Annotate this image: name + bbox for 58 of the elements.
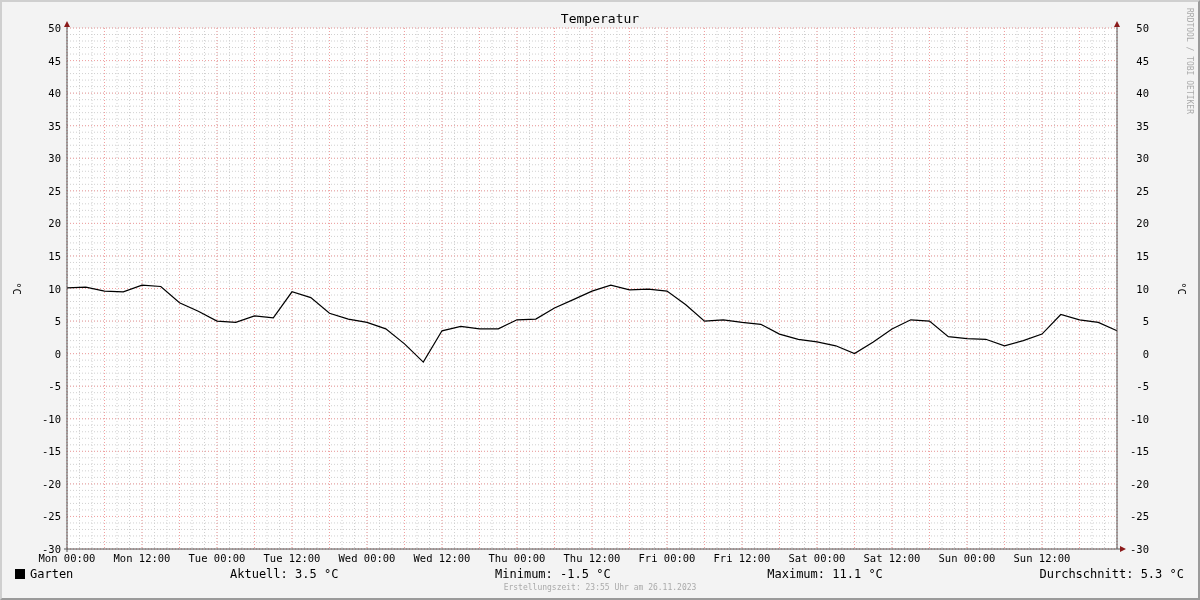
x-tick-label: Tue 00:00 xyxy=(188,552,246,564)
y-tick-label: -20 xyxy=(1130,477,1149,490)
x-tick-label: Thu 12:00 xyxy=(563,552,621,564)
y-tick-label: -25 xyxy=(42,510,61,523)
y-tick-label: 20 xyxy=(48,217,61,230)
x-tick-label: Thu 00:00 xyxy=(488,552,546,564)
legend-stat: Aktuell: 3.5 °C xyxy=(230,567,339,581)
y-tick-label: 10 xyxy=(48,282,61,295)
y-tick-label: -10 xyxy=(1130,412,1149,425)
legend-stat: Maximum: 11.1 °C xyxy=(767,567,883,581)
y-tick-label: 20 xyxy=(1136,217,1149,230)
y-tick-label: 30 xyxy=(48,152,61,165)
y-tick-label: 0 xyxy=(1142,347,1149,360)
y-axis-label: °C xyxy=(1176,282,1188,295)
y-tick-label: 45 xyxy=(1136,54,1149,67)
y-tick-label: -30 xyxy=(1130,543,1149,555)
y-tick-label: -30 xyxy=(42,543,61,555)
x-tick-label: Wed 00:00 xyxy=(338,552,396,564)
x-tick-label: Mon 12:00 xyxy=(113,552,171,564)
chart-title: Temperatur xyxy=(560,11,640,26)
y-tick-label: 10 xyxy=(1136,282,1149,295)
x-tick-label: Sun 12:00 xyxy=(1013,552,1071,564)
x-tick-label: Mon 00:00 xyxy=(38,552,96,564)
x-tick-label: Wed 12:00 xyxy=(413,552,471,564)
y-tick-label: 40 xyxy=(48,87,61,100)
y-tick-label: -5 xyxy=(48,380,61,393)
watermark-text: RRDTOOL / TOBI OETIKER xyxy=(1185,8,1194,114)
y-tick-label: -25 xyxy=(1130,510,1149,523)
y-tick-label: 15 xyxy=(48,249,61,262)
y-tick-label: -5 xyxy=(1136,380,1149,393)
y-tick-label: 50 xyxy=(48,22,61,34)
y-tick-label: -15 xyxy=(1130,445,1149,458)
creation-time: Erstellungszeit: 23:55 Uhr am 26.11.2023 xyxy=(503,583,697,592)
y-tick-label: -15 xyxy=(42,445,61,458)
y-tick-label: 45 xyxy=(48,54,61,67)
y-tick-label: 25 xyxy=(1136,184,1149,197)
y-tick-label: -20 xyxy=(42,477,61,490)
legend-label: Garten xyxy=(30,567,74,581)
y-tick-label: 0 xyxy=(54,347,61,360)
x-tick-label: Fri 12:00 xyxy=(713,552,771,564)
y-tick-label: 50 xyxy=(1136,22,1149,34)
x-tick-label: Fri 00:00 xyxy=(638,552,696,564)
y-axis-label: °C xyxy=(11,282,23,295)
legend-stat: Durchschnitt: 5.3 °C xyxy=(1039,567,1184,581)
y-tick-label: 25 xyxy=(48,184,61,197)
legend-stat: Minimum: -1.5 °C xyxy=(495,567,611,581)
y-tick-label: 30 xyxy=(1136,152,1149,165)
y-tick-label: 5 xyxy=(54,315,61,328)
y-tick-label: -10 xyxy=(42,412,61,425)
y-tick-label: 15 xyxy=(1136,249,1149,262)
x-tick-label: Sun 00:00 xyxy=(938,552,996,564)
y-tick-label: 35 xyxy=(48,119,61,132)
y-tick-label: 35 xyxy=(1136,119,1149,132)
x-tick-label: Tue 12:00 xyxy=(263,552,321,564)
x-tick-label: Sat 12:00 xyxy=(863,552,921,564)
y-tick-label: 5 xyxy=(1142,315,1149,328)
y-tick-label: 40 xyxy=(1136,87,1149,100)
x-tick-label: Sat 00:00 xyxy=(788,552,846,564)
